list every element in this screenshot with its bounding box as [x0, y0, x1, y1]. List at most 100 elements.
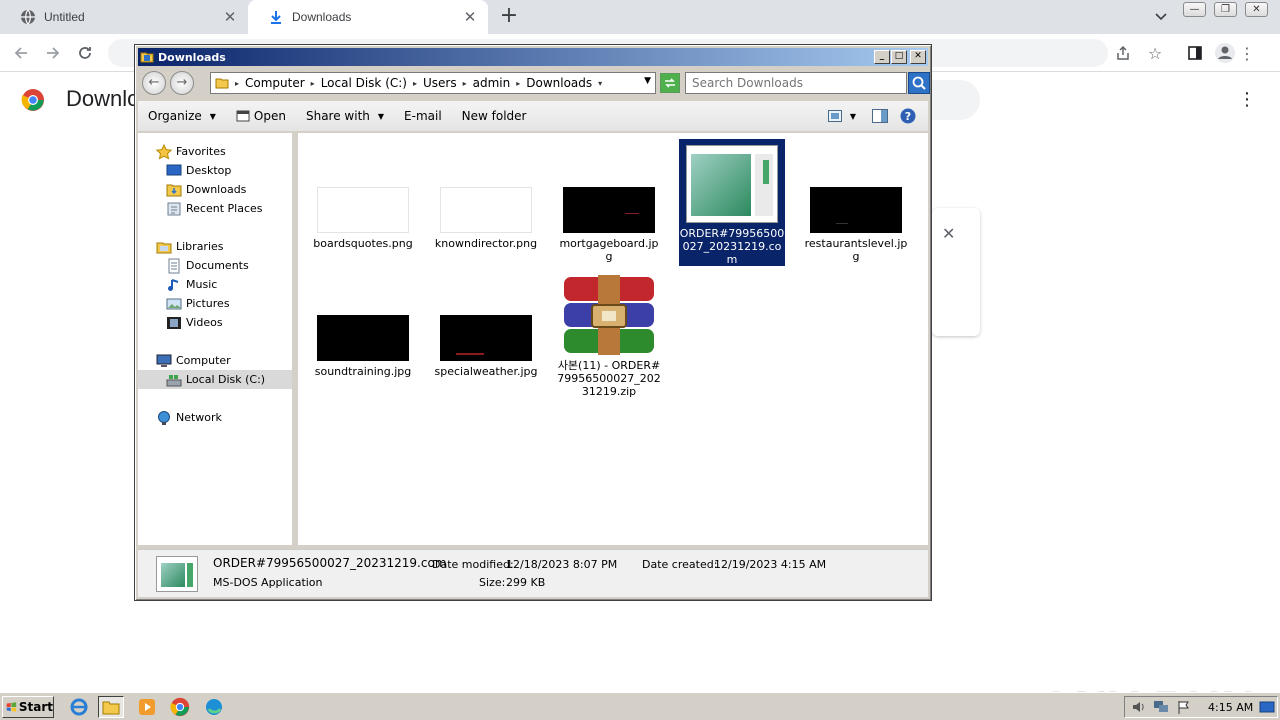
star-icon: [156, 143, 172, 160]
sidebar-item-pictures[interactable]: Pictures: [166, 294, 230, 313]
maximize-button[interactable]: □: [891, 50, 907, 64]
chevron-right-icon[interactable]: ▸: [463, 79, 467, 88]
nav-label: Desktop: [186, 164, 232, 177]
nav-label: Videos: [186, 316, 223, 329]
chevron-down-icon[interactable]: [1154, 9, 1168, 23]
close-button[interactable]: ✕: [1245, 2, 1268, 17]
back-button[interactable]: ←: [142, 71, 166, 95]
folder-icon: [215, 78, 229, 89]
details-modified-value: 12/18/2023 8:07 PM: [506, 558, 618, 571]
help-icon: ?: [900, 108, 916, 124]
chevron-right-icon[interactable]: ▸: [311, 79, 315, 88]
close-icon[interactable]: ✕: [220, 7, 240, 27]
edge-icon[interactable]: [201, 696, 227, 718]
file-item[interactable]: knowndirector.png: [433, 187, 539, 250]
new-folder-button[interactable]: New folder: [452, 103, 537, 129]
file-item[interactable]: boardsquotes.png: [310, 187, 416, 250]
breadcrumb[interactable]: ▸ Computer ▸ Local Disk (C:) ▸ Users ▸ a…: [210, 72, 656, 94]
breadcrumb-admin[interactable]: admin: [473, 76, 511, 90]
file-item[interactable]: mortgageboard.jpg: [556, 187, 662, 263]
reload-icon[interactable]: [74, 42, 96, 64]
organize-button[interactable]: Organize ▼: [138, 103, 226, 129]
new-tab-button[interactable]: +: [498, 5, 520, 28]
chevron-down-icon[interactable]: ▼: [644, 76, 651, 86]
refresh-button[interactable]: [660, 73, 680, 93]
flag-icon[interactable]: [1177, 700, 1191, 717]
image-thumbnail: [440, 315, 532, 361]
navigation-pane: Favorites Desktop Downloads Recent Place…: [138, 133, 295, 545]
explorer-window: Downloads _ □ ✕ ← → ▸ Computer ▸ Local D…: [134, 44, 932, 601]
breadcrumb-downloads[interactable]: Downloads: [526, 76, 592, 90]
restore-button[interactable]: ❐: [1214, 2, 1237, 17]
sidebar-item-downloads[interactable]: Downloads: [166, 180, 246, 199]
chrome-icon[interactable]: [167, 696, 193, 718]
ie-icon[interactable]: [66, 696, 92, 718]
minimize-button[interactable]: —: [1183, 2, 1206, 17]
file-item[interactable]: restaurantslevel.jpg: [803, 187, 909, 263]
open-button[interactable]: Open: [226, 103, 296, 129]
file-item-selected[interactable]: ORDER#79956500027_20231219.com: [679, 139, 785, 266]
download-icon: [268, 9, 284, 25]
sidebar-item-desktop[interactable]: Desktop: [166, 161, 231, 180]
minimize-button[interactable]: _: [874, 50, 890, 64]
network-icon: [156, 410, 172, 426]
details-modified-label: Date modified:: [432, 558, 514, 571]
close-button[interactable]: ✕: [910, 50, 926, 64]
back-icon[interactable]: [10, 42, 32, 64]
browser-tab-bar: Untitled ✕ Downloads ✕ + — ❐ ✕: [0, 0, 1280, 34]
details-size-label: Size:: [479, 576, 506, 589]
nav-favorites[interactable]: Favorites: [156, 142, 226, 161]
tab-downloads[interactable]: Downloads ✕: [248, 0, 488, 34]
sidebar-item-videos[interactable]: Videos: [166, 313, 223, 332]
star-icon[interactable]: ☆: [1144, 42, 1166, 64]
close-icon[interactable]: ✕: [460, 7, 480, 27]
sidebar-item-music[interactable]: Music: [166, 275, 217, 294]
nav-network[interactable]: Network: [156, 408, 222, 427]
sidebar-item-documents[interactable]: Documents: [166, 256, 249, 275]
file-item[interactable]: soundtraining.jpg: [310, 315, 416, 378]
breadcrumb-local-disk[interactable]: Local Disk (C:): [321, 76, 407, 90]
file-name: 사본(11) - ORDER#79956500027_20231219.zip: [557, 359, 661, 398]
side-panel-icon[interactable]: [1184, 42, 1206, 64]
search-input[interactable]: [685, 72, 907, 94]
more-icon[interactable]: ⋮: [1236, 42, 1258, 64]
forward-icon[interactable]: [42, 42, 64, 64]
explorer-taskbar-icon[interactable]: [98, 696, 124, 718]
window-titlebar[interactable]: Downloads _ □ ✕: [138, 48, 928, 66]
search-button[interactable]: [908, 72, 930, 94]
breadcrumb-users[interactable]: Users: [423, 76, 457, 90]
nav-computer[interactable]: Computer: [156, 351, 231, 370]
clock[interactable]: 4:15 AM: [1208, 701, 1253, 714]
address-row: ← → ▸ Computer ▸ Local Disk (C:) ▸ Users…: [138, 69, 930, 97]
more-icon[interactable]: ⋮: [1238, 90, 1256, 110]
help-button[interactable]: ?: [894, 103, 928, 129]
computer-icon: [156, 353, 172, 369]
email-button[interactable]: E-mail: [394, 103, 452, 129]
media-player-icon[interactable]: [134, 696, 160, 718]
chevron-right-icon[interactable]: ▸: [516, 79, 520, 88]
tab-untitled[interactable]: Untitled ✕: [0, 0, 248, 34]
nav-libraries[interactable]: Libraries: [156, 237, 224, 256]
volume-icon[interactable]: [1131, 700, 1147, 717]
network-tray-icon[interactable]: [1153, 700, 1169, 717]
chevron-right-icon[interactable]: ▸: [413, 79, 417, 88]
sidebar-item-recent-places[interactable]: Recent Places: [166, 199, 263, 218]
preview-pane-button[interactable]: [866, 103, 894, 129]
chevron-right-icon[interactable]: ▸: [235, 79, 239, 88]
profile-icon[interactable]: [1214, 42, 1236, 64]
sidebar-item-local-disk[interactable]: Local Disk (C:): [138, 370, 292, 389]
show-desktop-icon[interactable]: [1259, 700, 1275, 717]
view-icon: [827, 110, 842, 122]
command-bar: Organize ▼ Open Share with ▼ E-mail New …: [138, 101, 928, 131]
breadcrumb-computer[interactable]: Computer: [245, 76, 305, 90]
file-item[interactable]: specialweather.jpg: [433, 315, 539, 378]
forward-button[interactable]: →: [170, 71, 194, 95]
chevron-down-icon[interactable]: ▼: [850, 112, 856, 121]
share-with-button[interactable]: Share with ▼: [296, 103, 394, 129]
file-item[interactable]: 사본(11) - ORDER#79956500027_20231219.zip: [556, 275, 662, 398]
chevron-down-icon[interactable]: ▾: [598, 79, 602, 88]
close-icon[interactable]: ✕: [942, 224, 955, 243]
view-options-button[interactable]: ▼: [818, 103, 866, 129]
start-button[interactable]: Start: [2, 696, 54, 718]
share-icon[interactable]: [1112, 42, 1134, 64]
